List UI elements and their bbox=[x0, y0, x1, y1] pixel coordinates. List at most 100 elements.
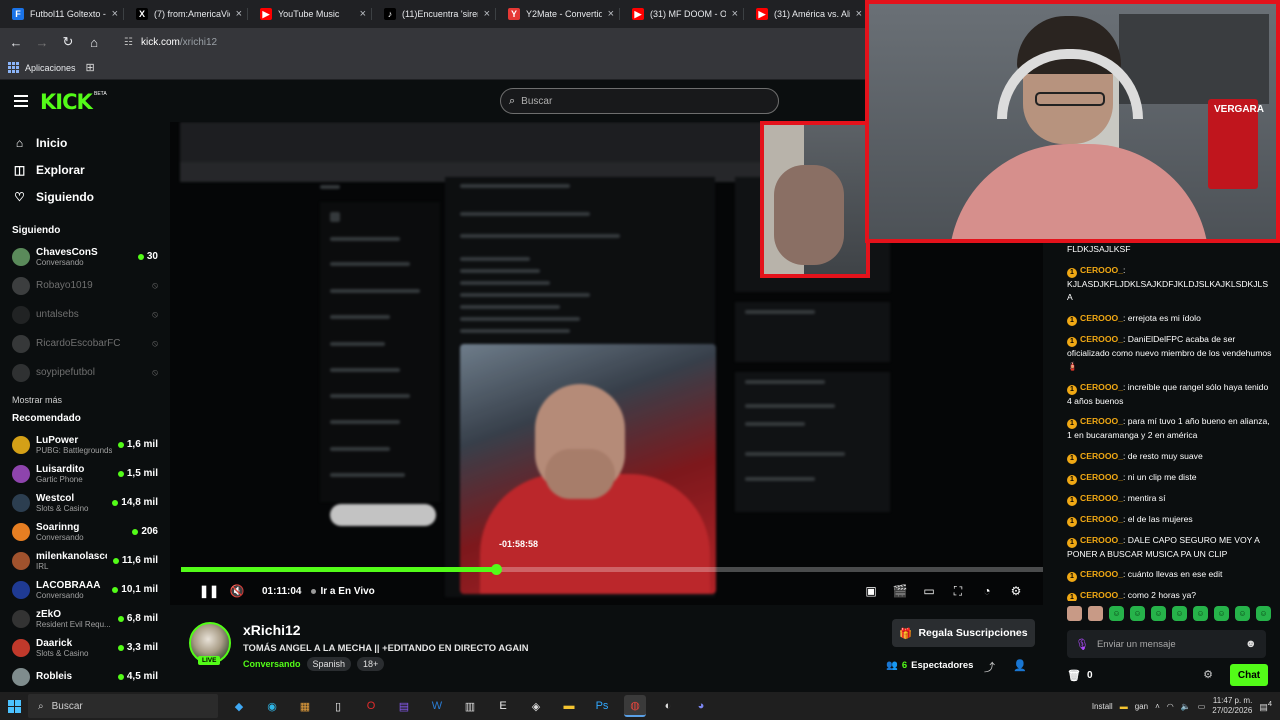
clip-icon[interactable]: 🎬 bbox=[889, 580, 911, 602]
emote-kick-8[interactable]: ☺ bbox=[1256, 606, 1271, 621]
sidebar-channel[interactable]: zEkO Resident Evil Requ... 6,8 mil bbox=[0, 604, 170, 633]
close-icon[interactable]: × bbox=[360, 8, 366, 20]
notifications-icon[interactable]: ▤4 bbox=[1259, 699, 1272, 713]
kick-logo[interactable]: KICK bbox=[40, 90, 93, 114]
notepad-icon[interactable]: ▯ bbox=[327, 695, 349, 717]
chat-username[interactable]: CEROOO_ bbox=[1080, 451, 1123, 461]
sidebar-channel[interactable]: LuPower PUBG: Battlegrounds 1,6 mil bbox=[0, 430, 170, 459]
tag-language[interactable]: Spanish bbox=[306, 657, 352, 671]
close-icon[interactable]: × bbox=[484, 8, 490, 20]
stream-category[interactable]: Conversando bbox=[243, 659, 301, 669]
opera-icon[interactable]: O bbox=[360, 695, 382, 717]
browser-tab[interactable]: ▶ (31) MF DOOM - One × bbox=[620, 0, 744, 28]
chat-username[interactable]: CEROOO_ bbox=[1080, 535, 1123, 545]
tag-mature[interactable]: 18+ bbox=[357, 657, 385, 671]
battery-icon[interactable]: ▭ bbox=[1198, 702, 1206, 711]
search-box[interactable]: ⌕ bbox=[500, 88, 779, 114]
chat-username[interactable]: CEROOO_ bbox=[1080, 472, 1123, 482]
go-live-button[interactable]: Ir a En Vivo bbox=[311, 586, 375, 597]
close-icon[interactable]: × bbox=[856, 8, 862, 20]
chevron-up-icon[interactable]: ˄ bbox=[1155, 702, 1160, 711]
chat-input[interactable] bbox=[1096, 638, 1237, 650]
theater-mode-icon[interactable]: ▭ bbox=[918, 580, 940, 602]
fullscreen-icon[interactable]: ⛶ bbox=[947, 580, 969, 602]
chat-username[interactable]: CEROOO_ bbox=[1080, 265, 1123, 275]
search-input[interactable] bbox=[521, 95, 762, 107]
tray-folder-label[interactable]: gan bbox=[1135, 702, 1148, 711]
sidebar-channel[interactable]: untalsebs ⦸ bbox=[0, 300, 170, 329]
epic-games-icon[interactable]: E bbox=[492, 695, 514, 717]
close-icon[interactable]: × bbox=[608, 8, 614, 20]
file-explorer-icon[interactable]: ▬ bbox=[558, 695, 580, 717]
chat-username[interactable]: CEROOO_ bbox=[1080, 590, 1123, 600]
sidebar-channel[interactable]: Daarick Slots & Casino 3,3 mil bbox=[0, 633, 170, 662]
install-label[interactable]: Install bbox=[1092, 702, 1113, 711]
progress-handle[interactable] bbox=[490, 564, 502, 575]
game-app-icon[interactable]: ▦ bbox=[294, 695, 316, 717]
sidebar-channel[interactable]: Luisardito Gartic Phone 1,5 mil bbox=[0, 459, 170, 488]
sidebar-channel[interactable]: RicardoEscobarFC ⦸ bbox=[0, 329, 170, 358]
forward-icon[interactable]: → bbox=[30, 30, 54, 54]
close-icon[interactable]: × bbox=[112, 8, 118, 20]
chat-input-box[interactable]: 🎙 ☻ bbox=[1067, 630, 1266, 658]
sidebar-channel[interactable]: soypipefutbol ⦸ bbox=[0, 358, 170, 387]
chat-username[interactable]: CEROOO_ bbox=[1080, 569, 1123, 579]
photoshop-icon[interactable]: Ps bbox=[591, 695, 613, 717]
folder-icon[interactable]: ▬ bbox=[1120, 702, 1128, 711]
tab-groups-icon[interactable]: ⊞ bbox=[86, 61, 95, 74]
taskbar-search[interactable]: ⌕ Buscar bbox=[28, 694, 218, 718]
obs-icon[interactable]: ◐ bbox=[657, 695, 679, 717]
chat-username[interactable]: CEROOO_ bbox=[1080, 334, 1123, 344]
site-info-icon[interactable]: ☷ bbox=[124, 37, 133, 48]
chat-username[interactable]: CEROOO_ bbox=[1080, 313, 1123, 323]
browser-tab[interactable]: F Futbol11 Goltexto - F × bbox=[0, 0, 124, 28]
browser-tab[interactable]: ▶ YouTube Music × bbox=[248, 0, 372, 28]
browser-tab[interactable]: ♪ (11)Encuentra 'sirena' × bbox=[372, 0, 496, 28]
mute-icon[interactable]: 🔇 bbox=[226, 580, 248, 602]
teams-icon[interactable]: ▤ bbox=[393, 695, 415, 717]
speed-icon[interactable]: ◔ bbox=[976, 580, 998, 602]
chat-username[interactable]: CEROOO_ bbox=[1080, 416, 1123, 426]
edge-icon[interactable]: ◉ bbox=[261, 695, 283, 717]
nav-item-explorar[interactable]: ◫ Explorar bbox=[0, 156, 170, 183]
browser-tab[interactable]: X (7) from:AmericaVida × bbox=[124, 0, 248, 28]
progress-bar[interactable] bbox=[181, 564, 1043, 575]
sidebar-channel[interactable]: LACOBRAAA Conversando 10,1 mil bbox=[0, 575, 170, 604]
chat-username[interactable]: CEROOO_ bbox=[1080, 382, 1123, 392]
reload-icon[interactable]: ↻ bbox=[56, 30, 80, 54]
chat-settings-icon[interactable]: ⚙ bbox=[1203, 668, 1213, 681]
back-icon[interactable]: ← bbox=[4, 30, 28, 54]
sidebar-channel[interactable]: Robleis 4,5 mil bbox=[0, 662, 170, 691]
sidebar-channel[interactable]: ChavesConS Conversando 30 bbox=[0, 242, 170, 271]
browser-tab[interactable]: ▶ (31) América vs. Alian × bbox=[744, 0, 868, 28]
bookmark-apps[interactable]: Aplicaciones bbox=[25, 63, 76, 73]
volume-icon[interactable]: 🔈 bbox=[1181, 702, 1191, 711]
microphone-icon[interactable]: 🎙 bbox=[1075, 638, 1089, 651]
wifi-icon[interactable]: ◠ bbox=[1167, 702, 1174, 711]
emote-kick-3[interactable]: ☺ bbox=[1151, 606, 1166, 621]
clock[interactable]: 11:47 p. m. 27/02/2026 bbox=[1212, 696, 1252, 716]
browser-tab[interactable]: Y Y2Mate - Convertido × bbox=[496, 0, 620, 28]
nav-item-siguiendo[interactable]: ♡ Siguiendo bbox=[0, 183, 170, 210]
pip-icon[interactable]: ▣ bbox=[860, 580, 882, 602]
unity-icon[interactable]: ◈ bbox=[525, 695, 547, 717]
send-chat-button[interactable]: Chat bbox=[1230, 664, 1268, 686]
emote-kick-1[interactable]: ☺ bbox=[1109, 606, 1124, 621]
word-icon[interactable]: W bbox=[426, 695, 448, 717]
discord-icon[interactable]: ◕ bbox=[690, 695, 712, 717]
emoji-icon[interactable]: ☻ bbox=[1245, 638, 1257, 650]
home-icon[interactable]: ⌂ bbox=[82, 30, 106, 54]
chrome-icon[interactable]: ◍ bbox=[624, 695, 646, 717]
close-icon[interactable]: × bbox=[236, 8, 242, 20]
nav-item-inicio[interactable]: ⌂ Inicio bbox=[0, 129, 170, 156]
copilot-icon[interactable]: ◆ bbox=[228, 695, 250, 717]
sidebar-channel[interactable]: Soarinng Conversando 206 bbox=[0, 517, 170, 546]
pause-icon[interactable]: ❚❚ bbox=[198, 580, 220, 602]
follow-user-icon[interactable]: 👤 bbox=[1013, 659, 1027, 675]
streamer-name[interactable]: xRichi12 bbox=[243, 622, 301, 638]
apps-grid-icon[interactable] bbox=[8, 62, 19, 73]
emote-kick-4[interactable]: ☺ bbox=[1172, 606, 1187, 621]
emote-kick-6[interactable]: ☺ bbox=[1214, 606, 1229, 621]
emote-face-1[interactable] bbox=[1067, 606, 1082, 621]
emote-kick-7[interactable]: ☺ bbox=[1235, 606, 1250, 621]
